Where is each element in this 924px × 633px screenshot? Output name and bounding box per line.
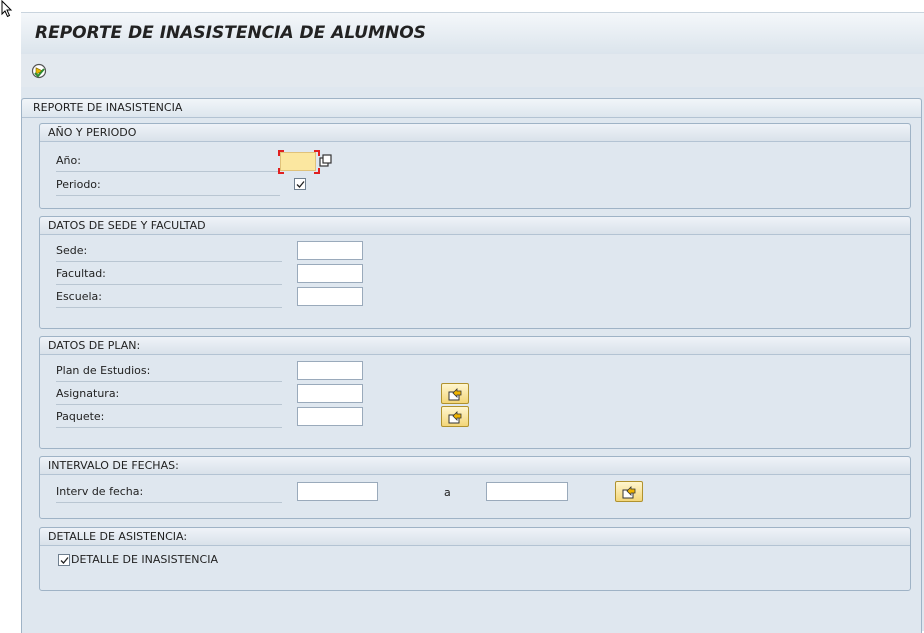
sede-row: Sede:	[40, 241, 910, 263]
asignatura-multiple-selection-button[interactable]	[441, 383, 469, 404]
report-frame-title: REPORTE DE INASISTENCIA	[22, 99, 921, 118]
fecha-hasta-input[interactable]	[486, 482, 568, 501]
checkmark-icon	[296, 181, 305, 188]
anio-input[interactable]	[280, 152, 316, 171]
sede-label: Sede:	[56, 241, 282, 262]
escuela-row: Escuela:	[40, 287, 910, 309]
selection-screen: REPORTE DE INASISTENCIA AÑO Y PERIODO Añ…	[21, 87, 924, 633]
periodo-row: Periodo:	[40, 175, 910, 197]
page-title: REPORTE DE INASISTENCIA DE ALUMNOS	[35, 23, 426, 43]
required-marker	[278, 168, 284, 174]
fecha-desde-input[interactable]	[297, 482, 378, 501]
checkmark-icon	[60, 557, 69, 564]
application-toolbar	[21, 54, 924, 88]
asignatura-row: Asignatura:	[40, 383, 910, 406]
sede-input[interactable]	[297, 241, 363, 260]
paquete-multiple-selection-button[interactable]	[441, 406, 469, 427]
interv-fecha-row: Interv de fecha: a	[40, 481, 910, 504]
multiple-selection-arrow-icon	[622, 486, 636, 499]
paquete-row: Paquete:	[40, 406, 910, 429]
asignatura-input[interactable]	[297, 384, 363, 403]
facultad-label: Facultad:	[56, 264, 282, 285]
anio-row: Año:	[40, 150, 910, 174]
paquete-label: Paquete:	[56, 407, 282, 428]
group-title: INTERVALO DE FECHAS:	[40, 457, 910, 475]
required-marker	[314, 168, 320, 174]
group-title: DATOS DE SEDE Y FACULTAD	[40, 217, 910, 235]
plan-input[interactable]	[297, 361, 363, 380]
required-marker	[278, 150, 284, 156]
fecha-hasta-label: a	[444, 486, 451, 499]
report-frame: REPORTE DE INASISTENCIA AÑO Y PERIODO Añ…	[21, 98, 922, 633]
group-plan: DATOS DE PLAN: Plan de Estudios: Asignat…	[39, 336, 911, 449]
periodo-label: Periodo:	[56, 175, 280, 196]
group-anio-periodo: AÑO Y PERIODO Año: Periodo:	[39, 123, 911, 209]
group-sede-facultad: DATOS DE SEDE Y FACULTAD Sede: Facultad:…	[39, 216, 911, 329]
execute-icon[interactable]	[31, 63, 47, 79]
detalle-inasistencia-checkbox[interactable]	[58, 554, 70, 566]
escuela-input[interactable]	[297, 287, 363, 306]
mouse-pointer-icon	[1, 0, 13, 18]
multiple-selection-arrow-icon	[448, 388, 462, 401]
plan-label: Plan de Estudios:	[56, 361, 282, 382]
group-detalle: DETALLE DE ASISTENCIA: DETALLE DE INASIS…	[39, 527, 911, 591]
periodo-checkbox[interactable]	[294, 178, 306, 190]
plan-row: Plan de Estudios:	[40, 361, 910, 383]
detalle-inasistencia-label[interactable]: DETALLE DE INASISTENCIA	[71, 553, 218, 567]
anio-label: Año:	[56, 151, 280, 172]
title-bar: REPORTE DE INASISTENCIA DE ALUMNOS	[21, 12, 924, 55]
paquete-input[interactable]	[297, 407, 363, 426]
facultad-row: Facultad:	[40, 264, 910, 286]
escuela-label: Escuela:	[56, 287, 282, 308]
group-title: DATOS DE PLAN:	[40, 337, 910, 355]
fecha-multiple-selection-button[interactable]	[615, 481, 643, 502]
group-fechas: INTERVALO DE FECHAS: Interv de fecha: a	[39, 456, 911, 519]
interv-fecha-label: Interv de fecha:	[56, 482, 282, 503]
asignatura-label: Asignatura:	[56, 384, 282, 405]
facultad-input[interactable]	[297, 264, 363, 283]
group-title: DETALLE DE ASISTENCIA:	[40, 528, 910, 546]
multiple-selection-icon[interactable]	[319, 154, 333, 168]
multiple-selection-arrow-icon	[448, 411, 462, 424]
group-title: AÑO Y PERIODO	[40, 124, 910, 142]
